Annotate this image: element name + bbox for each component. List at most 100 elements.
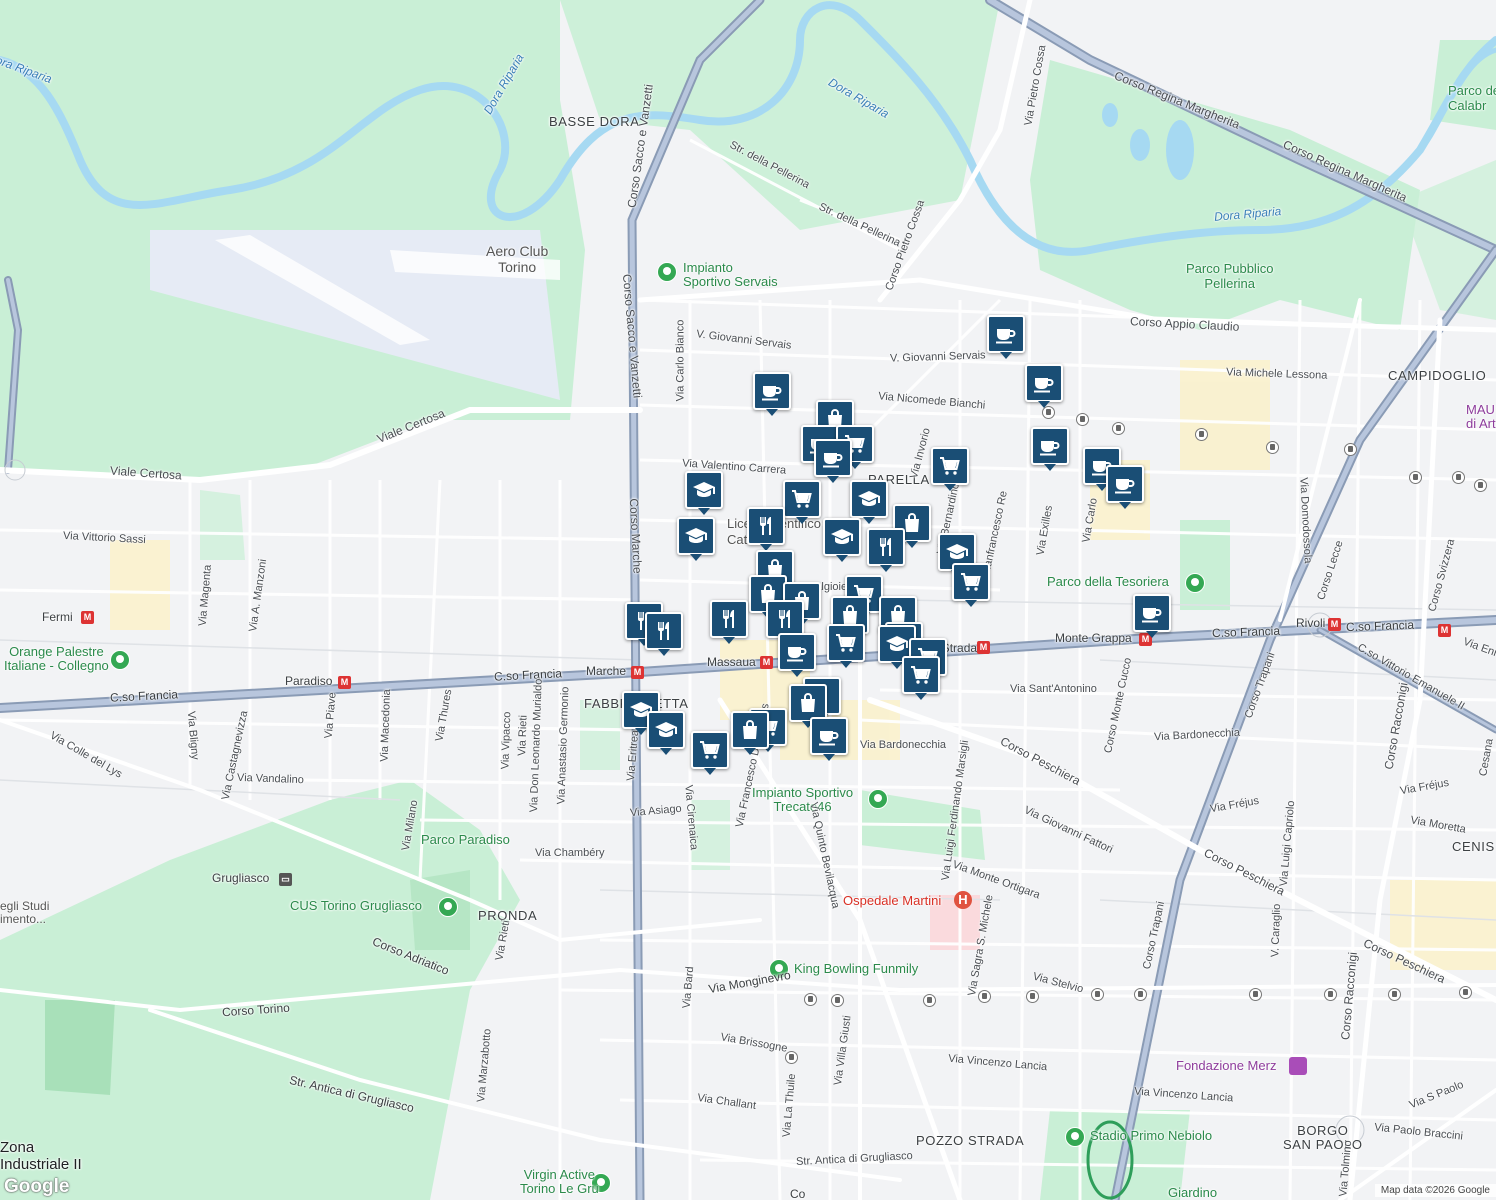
sports-icon[interactable] [868, 789, 888, 809]
bus-stop-icon[interactable] [1459, 986, 1472, 999]
cafe-icon [823, 453, 843, 468]
metro-icon[interactable]: M [81, 611, 94, 624]
cafe-icon [787, 647, 807, 662]
street-label: C.so Francia [1345, 617, 1415, 635]
metro-icon[interactable]: M [1328, 618, 1341, 631]
grocery-marker[interactable] [783, 480, 821, 524]
cafe-marker[interactable] [810, 717, 848, 761]
bus-stop-icon[interactable] [1474, 479, 1487, 492]
grocery-marker[interactable] [827, 624, 865, 668]
sports-icon[interactable] [657, 262, 677, 282]
hospital-label[interactable]: Ospedale Martini [843, 894, 941, 907]
cafe-marker[interactable] [1133, 594, 1171, 638]
poi-label[interactable]: egli Studi imento... [0, 899, 49, 926]
bus-stop-icon[interactable] [1409, 471, 1422, 484]
airfield-label: Aero Club Torino [486, 243, 549, 276]
cafe-icon [819, 731, 839, 746]
cafe-marker[interactable] [1031, 427, 1069, 471]
metro-station-label[interactable]: Massaua [707, 656, 756, 668]
bus-stop-icon[interactable] [831, 994, 844, 1007]
metro-icon[interactable]: M [1438, 624, 1451, 637]
school-icon [685, 528, 707, 543]
train-station-label[interactable]: Grugliasco [212, 872, 269, 884]
bus-stop-icon[interactable] [1324, 988, 1337, 1001]
street-label: V. Caraglio [1269, 903, 1284, 958]
metro-icon[interactable]: M [760, 656, 773, 669]
poi-label[interactable]: Impianto Sportivo Trecate46 [752, 785, 853, 815]
bus-stop-icon[interactable] [804, 993, 817, 1006]
school-marker[interactable] [647, 711, 685, 755]
bus-stop-icon[interactable] [1249, 988, 1262, 1001]
cafe-marker[interactable] [753, 372, 791, 416]
bus-stop-icon[interactable] [1076, 413, 1089, 426]
metro-station-label[interactable]: Monte Grappa [1055, 632, 1132, 644]
bus-stop-icon[interactable] [1091, 988, 1104, 1001]
school-icon [858, 491, 880, 506]
bus-stop-icon[interactable] [1344, 443, 1357, 456]
shop-marker[interactable] [731, 711, 769, 755]
cafe-marker[interactable] [1106, 465, 1144, 509]
park-label: Parco de Calabr [1448, 83, 1496, 113]
school-marker[interactable] [850, 480, 888, 524]
street-label: C.so Francia [109, 687, 179, 705]
district-label: Zona Industriale II [0, 1139, 82, 1173]
metro-icon[interactable]: M [338, 676, 351, 689]
metro-station-label[interactable]: Rivoli [1296, 617, 1325, 629]
bus-stop-icon[interactable] [1266, 441, 1279, 454]
bus-stop-icon[interactable] [785, 1051, 798, 1064]
map-canvas[interactable]: BASSE DORA PARELLA FABBRICHETTA CAMPIDOG… [0, 0, 1496, 1200]
poi-label[interactable]: Orange Palestre Italiane - Collegno [4, 644, 109, 674]
poi-label[interactable]: King Bowling Funmily [794, 962, 918, 975]
poi-label[interactable]: CUS Torino Grugliasco [290, 899, 422, 912]
bus-stop-icon[interactable] [1134, 988, 1147, 1001]
restaurant-icon [880, 538, 891, 556]
grocery-marker[interactable] [952, 563, 990, 607]
cafe-marker[interactable] [814, 439, 852, 483]
sports-icon[interactable] [110, 650, 130, 670]
cafe-marker[interactable] [1025, 364, 1063, 408]
street-label: Via Sant'Antonino [1010, 683, 1097, 695]
street-label: Via Vipacco [499, 711, 514, 770]
hospital-icon[interactable]: H [954, 891, 972, 909]
bus-stop-icon[interactable] [1388, 988, 1401, 1001]
restaurant-marker[interactable] [710, 600, 748, 644]
restaurant-marker[interactable] [747, 507, 785, 551]
train-icon[interactable]: ▭ [279, 873, 292, 886]
bus-stop-icon[interactable] [1112, 422, 1125, 435]
grocery-marker[interactable] [691, 731, 729, 775]
poi-label[interactable]: Stadio Primo Nebiolo [1090, 1129, 1212, 1142]
sports-icon[interactable] [438, 897, 458, 917]
street-label: Via Chambéry [535, 847, 605, 859]
bus-stop-icon[interactable] [923, 994, 936, 1007]
museum-label[interactable]: Fondazione Merz [1176, 1059, 1276, 1072]
park-icon[interactable] [1185, 573, 1205, 593]
school-marker[interactable] [823, 518, 861, 562]
museum-icon[interactable] [1289, 1057, 1307, 1075]
museum-label[interactable]: MAU di Art [1466, 402, 1496, 432]
cafe-marker[interactable] [778, 633, 816, 677]
bus-stop-icon[interactable] [1452, 471, 1465, 484]
park-label: Giardino [1168, 1185, 1218, 1200]
map-attribution[interactable]: Map data ©2026 Google [1374, 1184, 1496, 1197]
metro-icon[interactable]: M [631, 666, 644, 679]
street-label: Via Bardonecchia [860, 739, 947, 751]
stadium-icon[interactable] [1065, 1127, 1085, 1147]
grocery-marker[interactable] [902, 656, 940, 700]
bus-stop-icon[interactable] [1026, 990, 1039, 1003]
poi-label[interactable]: Virgin Active Torino Le Gru [520, 1167, 599, 1197]
restaurant-marker[interactable] [867, 528, 905, 572]
district-label: BASSE DORA [549, 114, 640, 129]
bus-stop-icon[interactable] [1195, 428, 1208, 441]
school-marker[interactable] [677, 517, 715, 561]
metro-station-label[interactable]: Fermi [42, 611, 73, 623]
restaurant-marker[interactable] [645, 612, 683, 656]
green-areas [0, 0, 1496, 1200]
metro-station-label[interactable]: Marche [586, 665, 626, 677]
cafe-marker[interactable] [987, 315, 1025, 359]
poi-label[interactable]: Impianto Sportivo Servais [683, 260, 778, 290]
bus-stop-icon[interactable] [978, 990, 991, 1003]
metro-icon[interactable]: M [977, 641, 990, 654]
school-marker[interactable] [685, 471, 723, 515]
grocery-marker[interactable] [931, 447, 969, 491]
metro-station-label[interactable]: Paradiso [285, 675, 332, 687]
